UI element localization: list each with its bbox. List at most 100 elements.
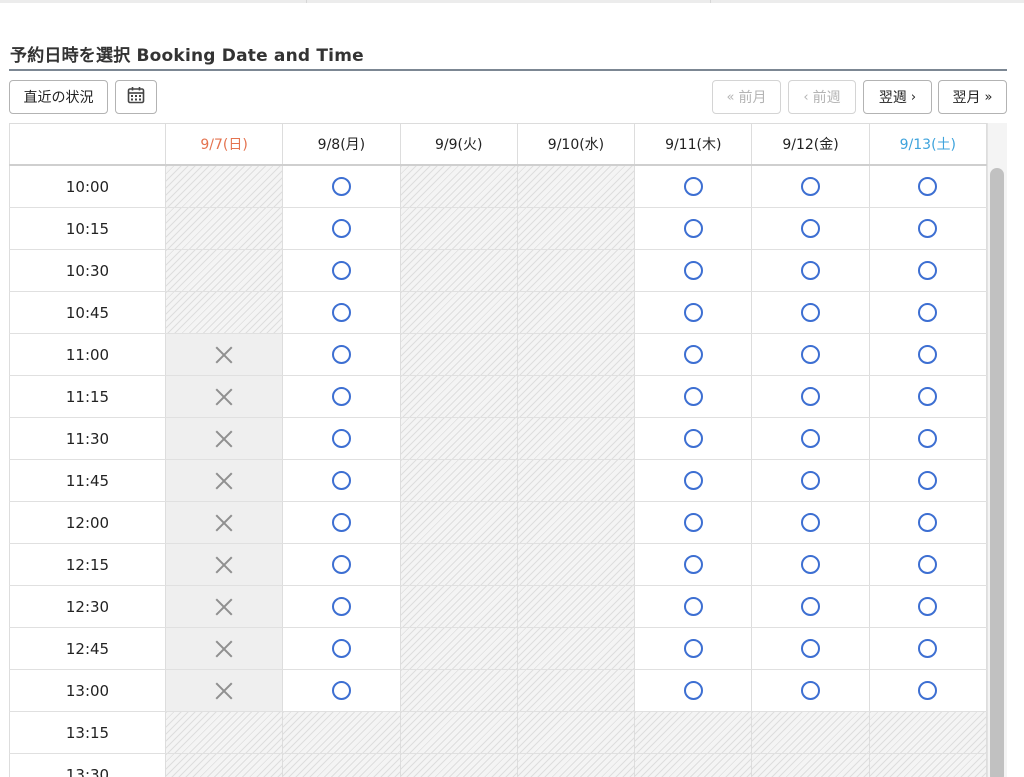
available-slot-cell[interactable]: [283, 670, 401, 711]
circle-available-icon[interactable]: [801, 261, 821, 280]
circle-available-icon[interactable]: [683, 639, 703, 658]
circle-available-icon[interactable]: [801, 219, 821, 238]
circle-available-icon[interactable]: [801, 471, 821, 490]
circle-available-icon[interactable]: [683, 681, 703, 700]
circle-available-icon[interactable]: [683, 429, 703, 448]
circle-available-icon[interactable]: [918, 555, 938, 574]
available-slot-cell[interactable]: [752, 334, 870, 375]
circle-available-icon[interactable]: [331, 303, 351, 322]
circle-available-icon[interactable]: [683, 471, 703, 490]
circle-available-icon[interactable]: [918, 261, 938, 280]
available-slot-cell[interactable]: [635, 292, 753, 333]
circle-available-icon[interactable]: [801, 597, 821, 616]
available-slot-cell[interactable]: [870, 544, 987, 585]
circle-available-icon[interactable]: [683, 387, 703, 406]
circle-available-icon[interactable]: [683, 597, 703, 616]
circle-available-icon[interactable]: [331, 345, 351, 364]
available-slot-cell[interactable]: [635, 376, 753, 417]
next-month-button[interactable]: 翌月 »: [938, 80, 1007, 114]
available-slot-cell[interactable]: [870, 208, 987, 249]
available-slot-cell[interactable]: [752, 628, 870, 669]
circle-available-icon[interactable]: [331, 639, 351, 658]
calendar-button[interactable]: [115, 80, 157, 114]
available-slot-cell[interactable]: [752, 418, 870, 459]
circle-available-icon[interactable]: [331, 471, 351, 490]
circle-available-icon[interactable]: [331, 219, 351, 238]
available-slot-cell[interactable]: [635, 250, 753, 291]
available-slot-cell[interactable]: [635, 502, 753, 543]
available-slot-cell[interactable]: [283, 628, 401, 669]
circle-available-icon[interactable]: [801, 303, 821, 322]
available-slot-cell[interactable]: [635, 208, 753, 249]
circle-available-icon[interactable]: [331, 387, 351, 406]
circle-available-icon[interactable]: [683, 177, 703, 196]
available-slot-cell[interactable]: [635, 418, 753, 459]
circle-available-icon[interactable]: [801, 387, 821, 406]
available-slot-cell[interactable]: [283, 208, 401, 249]
available-slot-cell[interactable]: [283, 544, 401, 585]
circle-available-icon[interactable]: [918, 681, 938, 700]
scrollbar-thumb[interactable]: [990, 168, 1004, 777]
available-slot-cell[interactable]: [870, 376, 987, 417]
available-slot-cell[interactable]: [283, 166, 401, 207]
available-slot-cell[interactable]: [635, 166, 753, 207]
available-slot-cell[interactable]: [283, 292, 401, 333]
circle-available-icon[interactable]: [918, 387, 938, 406]
circle-available-icon[interactable]: [918, 513, 938, 532]
circle-available-icon[interactable]: [331, 555, 351, 574]
circle-available-icon[interactable]: [801, 513, 821, 532]
circle-available-icon[interactable]: [918, 219, 938, 238]
circle-available-icon[interactable]: [918, 345, 938, 364]
circle-available-icon[interactable]: [683, 261, 703, 280]
available-slot-cell[interactable]: [283, 502, 401, 543]
circle-available-icon[interactable]: [331, 261, 351, 280]
prev-week-button[interactable]: ‹ 前週: [788, 80, 856, 114]
available-slot-cell[interactable]: [870, 418, 987, 459]
circle-available-icon[interactable]: [801, 429, 821, 448]
circle-available-icon[interactable]: [331, 681, 351, 700]
circle-available-icon[interactable]: [918, 639, 938, 658]
circle-available-icon[interactable]: [918, 303, 938, 322]
circle-available-icon[interactable]: [683, 219, 703, 238]
available-slot-cell[interactable]: [752, 502, 870, 543]
circle-available-icon[interactable]: [918, 471, 938, 490]
circle-available-icon[interactable]: [683, 555, 703, 574]
available-slot-cell[interactable]: [283, 586, 401, 627]
available-slot-cell[interactable]: [635, 460, 753, 501]
available-slot-cell[interactable]: [870, 166, 987, 207]
available-slot-cell[interactable]: [752, 292, 870, 333]
available-slot-cell[interactable]: [752, 586, 870, 627]
available-slot-cell[interactable]: [870, 334, 987, 375]
available-slot-cell[interactable]: [870, 460, 987, 501]
available-slot-cell[interactable]: [870, 628, 987, 669]
circle-available-icon[interactable]: [918, 177, 938, 196]
available-slot-cell[interactable]: [752, 460, 870, 501]
available-slot-cell[interactable]: [752, 544, 870, 585]
circle-available-icon[interactable]: [683, 303, 703, 322]
available-slot-cell[interactable]: [635, 670, 753, 711]
available-slot-cell[interactable]: [870, 586, 987, 627]
available-slot-cell[interactable]: [283, 418, 401, 459]
recent-status-button[interactable]: 直近の状況: [9, 80, 108, 114]
available-slot-cell[interactable]: [752, 670, 870, 711]
available-slot-cell[interactable]: [635, 334, 753, 375]
available-slot-cell[interactable]: [870, 502, 987, 543]
circle-available-icon[interactable]: [683, 513, 703, 532]
circle-available-icon[interactable]: [331, 597, 351, 616]
available-slot-cell[interactable]: [870, 292, 987, 333]
available-slot-cell[interactable]: [752, 208, 870, 249]
available-slot-cell[interactable]: [283, 376, 401, 417]
available-slot-cell[interactable]: [752, 376, 870, 417]
next-week-button[interactable]: 翌週 ›: [863, 80, 932, 114]
circle-available-icon[interactable]: [801, 177, 821, 196]
available-slot-cell[interactable]: [752, 166, 870, 207]
available-slot-cell[interactable]: [283, 334, 401, 375]
available-slot-cell[interactable]: [752, 250, 870, 291]
available-slot-cell[interactable]: [635, 586, 753, 627]
available-slot-cell[interactable]: [283, 250, 401, 291]
circle-available-icon[interactable]: [918, 597, 938, 616]
prev-month-button[interactable]: « 前月: [712, 80, 781, 114]
circle-available-icon[interactable]: [331, 429, 351, 448]
circle-available-icon[interactable]: [331, 513, 351, 532]
available-slot-cell[interactable]: [283, 460, 401, 501]
